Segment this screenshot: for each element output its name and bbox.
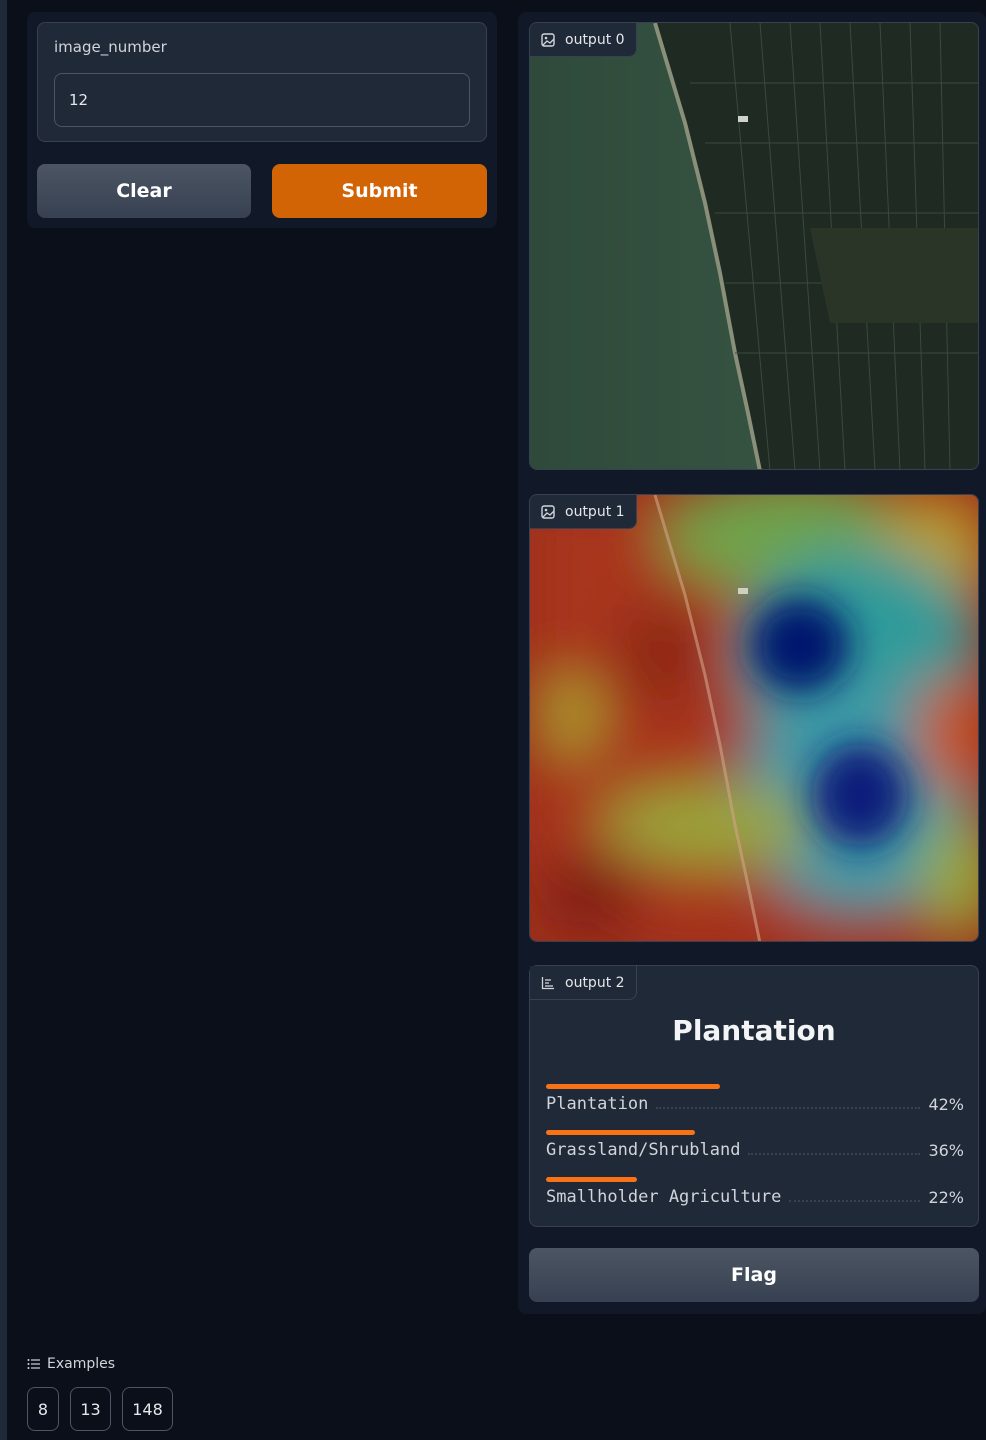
output-1-tag: output 1	[530, 495, 637, 529]
image-icon	[541, 32, 555, 47]
confidence-bar	[546, 1130, 695, 1135]
output-0-image: output 0	[529, 22, 979, 470]
confidence-bar	[546, 1084, 720, 1089]
dotted-leader	[748, 1153, 921, 1155]
confidence-percent: 42%	[928, 1095, 964, 1114]
chart-icon	[541, 976, 554, 989]
example-button[interactable]: 8	[27, 1387, 59, 1431]
dotted-leader	[656, 1107, 921, 1109]
examples-header: Examples	[27, 1356, 115, 1372]
heatmap-image	[530, 495, 978, 941]
output-2-label: output 2	[565, 974, 625, 991]
image-number-block: image_number 12	[37, 22, 487, 142]
confidence-label: Grassland/Shrubland	[546, 1140, 741, 1160]
left-edge-strip	[0, 0, 7, 1440]
example-button[interactable]: 13	[70, 1387, 111, 1431]
output-1-image: output 1	[529, 494, 979, 942]
confidence-percent: 22%	[928, 1188, 964, 1207]
example-button[interactable]: 148	[122, 1387, 173, 1431]
output-0-label: output 0	[565, 31, 625, 48]
confidence-bar	[546, 1177, 637, 1182]
image-number-label: image_number	[54, 38, 167, 56]
flag-button[interactable]: Flag	[529, 1248, 979, 1302]
clear-button[interactable]: Clear	[37, 164, 251, 218]
output-0-tag: output 0	[530, 23, 637, 57]
submit-button[interactable]: Submit	[272, 164, 487, 218]
output-2-label-box: output 2 Plantation Plantation 42% Grass…	[529, 965, 979, 1227]
satellite-image	[530, 23, 978, 469]
confidence-label: Plantation	[546, 1094, 649, 1114]
image-icon	[541, 504, 555, 519]
output-2-tag: output 2	[530, 966, 637, 1000]
image-number-input[interactable]: 12	[54, 73, 470, 127]
examples-label: Examples	[47, 1356, 116, 1372]
predicted-label: Plantation	[672, 1014, 836, 1047]
list-icon	[27, 1359, 40, 1369]
dotted-leader	[789, 1200, 921, 1202]
confidence-label: Smallholder Agriculture	[546, 1187, 782, 1207]
output-1-label: output 1	[565, 503, 625, 520]
confidence-percent: 36%	[928, 1141, 964, 1160]
